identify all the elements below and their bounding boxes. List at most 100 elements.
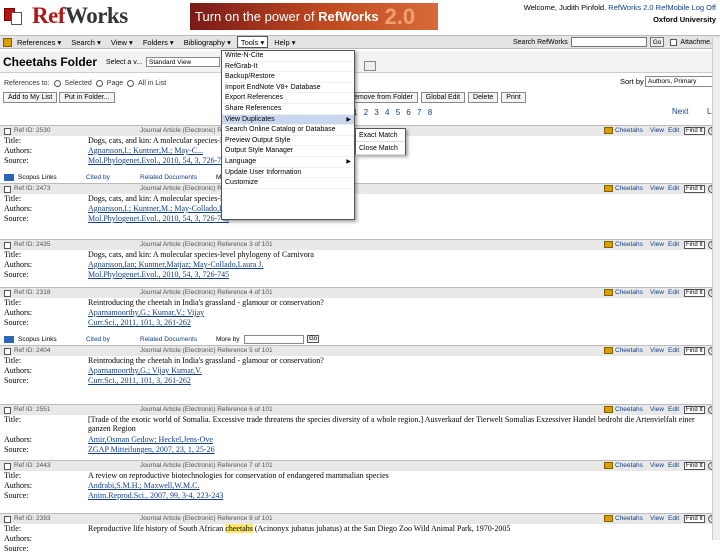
tools-menu-item[interactable]: Language ▶ bbox=[222, 157, 354, 168]
authors-value[interactable]: Agnarsson,I.; Kuntner,M.; May-C... bbox=[88, 146, 203, 155]
edit-link[interactable]: Edit bbox=[668, 462, 679, 469]
reference-checkbox[interactable] bbox=[4, 128, 11, 135]
refworks-2-banner[interactable]: Turn on the power of RefWorks 2.0 bbox=[190, 3, 438, 30]
find-it-button[interactable]: Find It bbox=[684, 241, 705, 249]
source-value[interactable]: ZGAP Mitteilungen, 2007, 23, 1, 25-26 bbox=[88, 445, 215, 454]
authors-value[interactable]: Aparnamoorthy,G.; Vijay Kumar,V. bbox=[88, 366, 202, 375]
edit-link[interactable]: Edit bbox=[668, 406, 679, 413]
authors-value[interactable]: Andrabi,S.M.H.; Maxwell,W.M.C. bbox=[88, 481, 199, 490]
source-value[interactable]: Mol.Phylogenet.Evol., 2010, 54, 3, 726-7… bbox=[88, 156, 229, 165]
view-link[interactable]: View bbox=[650, 289, 664, 296]
tools-menu-item[interactable]: Share References bbox=[222, 104, 354, 115]
menu-help[interactable]: Help ▾ bbox=[270, 36, 299, 48]
folder-link[interactable]: Cheetahs bbox=[615, 289, 643, 296]
close-match-item[interactable]: Close Match bbox=[356, 142, 405, 155]
edit-link[interactable]: Edit bbox=[668, 185, 679, 192]
menu-references[interactable]: References ▾ bbox=[13, 36, 65, 48]
radio-page[interactable] bbox=[95, 80, 103, 87]
reference-checkbox[interactable] bbox=[4, 516, 11, 523]
menu-search[interactable]: Search ▾ bbox=[67, 36, 105, 48]
remove-from-folder-button[interactable]: Remove from Folder bbox=[344, 92, 418, 103]
edit-link[interactable]: Edit bbox=[668, 289, 679, 296]
menu-view[interactable]: View ▾ bbox=[107, 36, 137, 48]
tools-menu-item[interactable]: Update User Information bbox=[222, 168, 354, 179]
folder-link[interactable]: Cheetahs bbox=[615, 406, 643, 413]
reference-checkbox[interactable] bbox=[4, 463, 11, 470]
view-link[interactable]: View bbox=[650, 347, 664, 354]
search-go-button[interactable]: Go bbox=[649, 37, 665, 47]
put-in-folder-button[interactable]: Put in Folder... bbox=[59, 92, 115, 103]
find-it-button[interactable]: Find It bbox=[684, 289, 705, 297]
edit-link[interactable]: Edit bbox=[668, 127, 679, 134]
folder-link[interactable]: Cheetahs bbox=[615, 127, 643, 134]
tools-menu-item[interactable]: Backup/Restore bbox=[222, 72, 354, 83]
tools-menu-item[interactable]: View Duplicates ▶ bbox=[222, 114, 354, 126]
authors-value[interactable]: Aparnamoorthy,G.; Kumar,V.; Vijay bbox=[88, 308, 204, 317]
radio-selected[interactable] bbox=[53, 80, 61, 87]
source-value[interactable]: Mol.Phylogenet.Evol., 2010, 54, 3, 726-7… bbox=[88, 214, 229, 223]
find-it-button[interactable]: Find It bbox=[684, 347, 705, 355]
scopus-go-button[interactable]: Go bbox=[307, 335, 320, 343]
authors-value[interactable]: Agnarsson,I.; Kuntner,M.; May-Collado,L.… bbox=[88, 204, 231, 213]
view-select-arrow[interactable] bbox=[364, 61, 376, 71]
tools-menu-item[interactable]: Search Online Catalog or Database bbox=[222, 125, 354, 136]
exact-match-item[interactable]: Exact Match bbox=[356, 129, 405, 142]
view-link[interactable]: View bbox=[650, 462, 664, 469]
tools-menu-item[interactable]: Customize bbox=[222, 178, 354, 189]
tools-menu-item[interactable]: Export References bbox=[222, 93, 354, 104]
cited-by-link[interactable]: Cited by bbox=[86, 174, 110, 181]
sort-select[interactable]: Authors, Primary bbox=[645, 76, 715, 87]
add-to-my-list-button[interactable]: Add to My List bbox=[3, 92, 58, 103]
global-edit-button[interactable]: Global Edit bbox=[420, 92, 466, 103]
edit-link[interactable]: Edit bbox=[668, 347, 679, 354]
cited-by-link[interactable]: Cited by bbox=[86, 336, 110, 343]
find-it-button[interactable]: Find It bbox=[684, 462, 705, 470]
reference-checkbox[interactable] bbox=[4, 290, 11, 297]
related-docs-link[interactable]: Related Documents bbox=[140, 174, 197, 181]
page-numbers[interactable]: 1 2 3 4 5 6 7 8 bbox=[353, 108, 434, 117]
search-input[interactable] bbox=[570, 37, 647, 47]
print-button[interactable]: Print bbox=[501, 92, 526, 103]
menu-bibliography[interactable]: Bibliography ▾ bbox=[180, 36, 235, 48]
source-value[interactable]: Curr.Sci., 2011, 101, 3, 261-262 bbox=[88, 376, 191, 385]
view-link[interactable]: View bbox=[650, 406, 664, 413]
tools-menu-item[interactable]: Preview Output Style bbox=[222, 136, 354, 147]
find-it-button[interactable]: Find It bbox=[684, 185, 705, 193]
edit-link[interactable]: Edit bbox=[668, 515, 679, 522]
vertical-scrollbar[interactable] bbox=[712, 38, 720, 540]
view-link[interactable]: View bbox=[650, 185, 664, 192]
source-value[interactable]: Mol.Phylogenet.Evol., 2010, 54, 3, 726-7… bbox=[88, 270, 229, 279]
folder-link[interactable]: Cheetahs bbox=[615, 347, 643, 354]
folder-link[interactable]: Cheetahs bbox=[615, 462, 643, 469]
folder-link[interactable]: Cheetahs bbox=[615, 515, 643, 522]
related-docs-link[interactable]: Related Documents bbox=[140, 336, 197, 343]
tools-menu-item[interactable]: RefGrab-It bbox=[222, 62, 354, 73]
folder-link[interactable]: Cheetahs bbox=[615, 185, 643, 192]
delete-button[interactable]: Delete bbox=[468, 92, 499, 103]
view-link[interactable]: View bbox=[650, 127, 664, 134]
reference-checkbox[interactable] bbox=[4, 186, 11, 193]
find-it-button[interactable]: Find It bbox=[684, 127, 705, 135]
logoff-link[interactable]: Log Off bbox=[692, 3, 716, 12]
find-it-button[interactable]: Find It bbox=[684, 406, 705, 414]
folder-link[interactable]: Cheetahs bbox=[615, 241, 643, 248]
view-link[interactable]: View bbox=[650, 515, 664, 522]
radio-all[interactable] bbox=[127, 80, 135, 87]
reference-checkbox[interactable] bbox=[4, 407, 11, 414]
source-value[interactable]: Curr.Sci., 2011, 101, 3, 261-262 bbox=[88, 318, 191, 327]
menu-tools[interactable]: Tools ▾ bbox=[236, 36, 269, 48]
authors-value[interactable]: Amir,Osman Gedow; Heckel,Jens-Ove bbox=[88, 435, 213, 444]
attachments-checkbox[interactable] bbox=[670, 38, 678, 46]
refworks2-link[interactable]: RefWorks 2.0 bbox=[608, 3, 653, 12]
view-link[interactable]: View bbox=[650, 241, 664, 248]
reference-checkbox[interactable] bbox=[4, 242, 11, 249]
refmobile-link[interactable]: RefMobile bbox=[656, 3, 690, 12]
more-by-select[interactable] bbox=[244, 335, 304, 344]
view-select[interactable]: Standard View bbox=[146, 57, 220, 67]
tools-menu-item[interactable]: Output Style Manager bbox=[222, 146, 354, 157]
find-it-button[interactable]: Find It bbox=[684, 515, 705, 523]
authors-value[interactable]: Agnarsson,Ian; Kuntner,Matjaz; May-Colla… bbox=[88, 260, 263, 269]
edit-link[interactable]: Edit bbox=[668, 241, 679, 248]
reference-checkbox[interactable] bbox=[4, 348, 11, 355]
tools-menu-item[interactable]: Write-N-Cite bbox=[222, 51, 354, 62]
